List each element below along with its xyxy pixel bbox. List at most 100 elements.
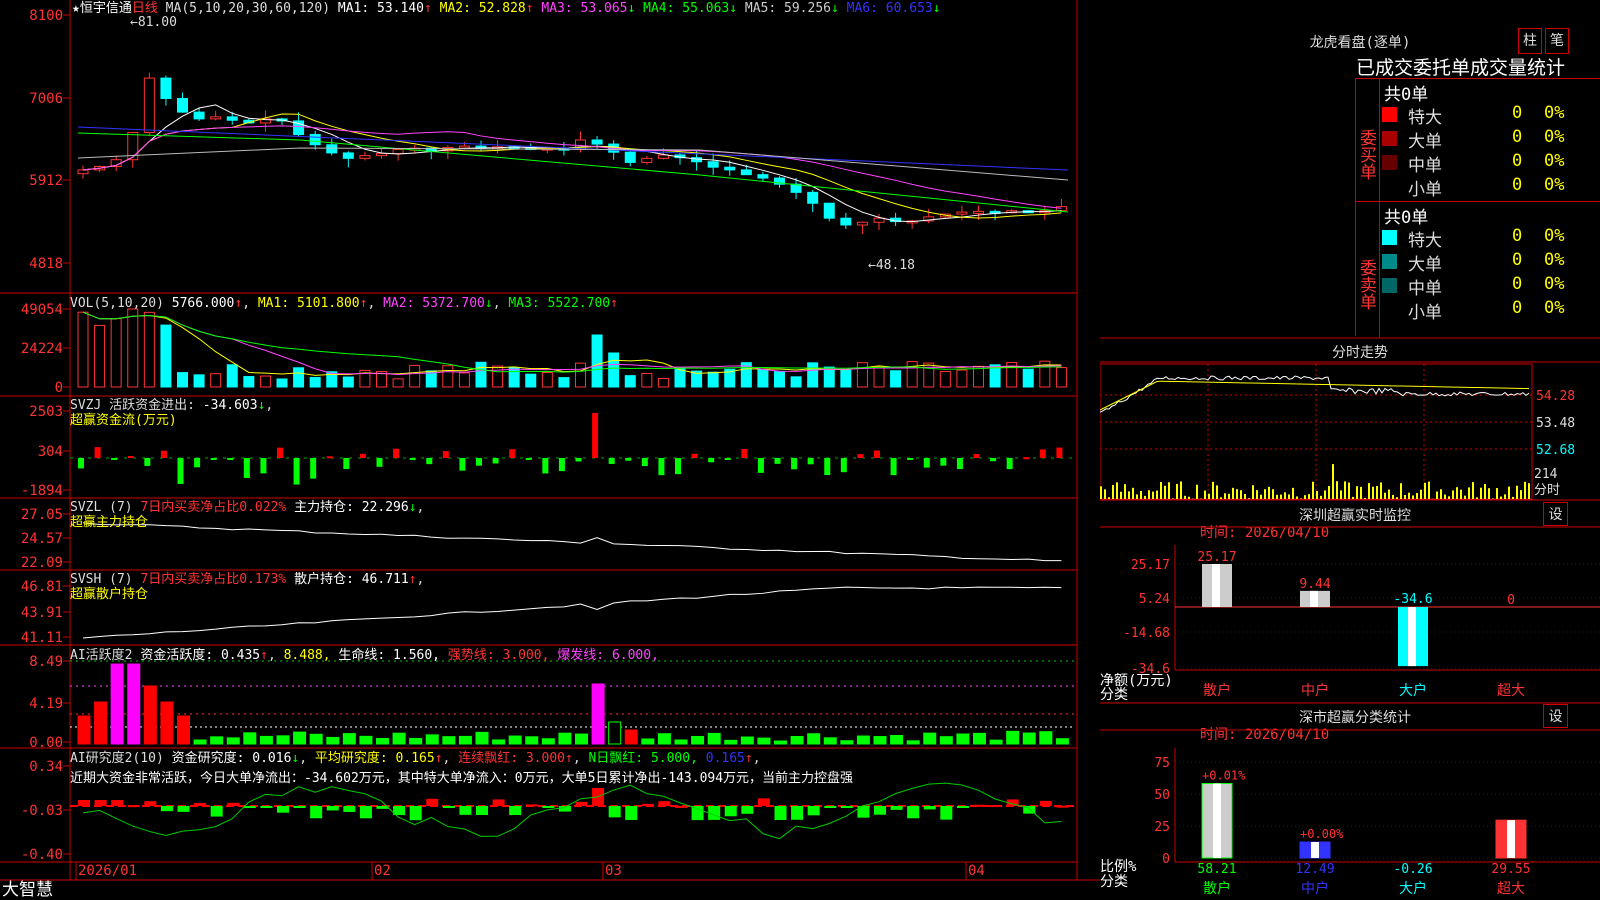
svzj-bar (227, 458, 234, 460)
intraday-vol-bar (1220, 497, 1222, 499)
ai-active-bar (807, 733, 821, 745)
candlestick-chart (77, 72, 1069, 234)
volume-bar (492, 365, 504, 388)
svzj-bar (940, 458, 947, 466)
intraday-tick-label: 53.48 (1536, 416, 1575, 431)
low-price-label: ←48.18 (868, 258, 915, 273)
intraday-vol-bar (1508, 486, 1510, 499)
date-axis-label: 03 (605, 863, 622, 879)
ai-active-bar (790, 735, 804, 745)
intraday-vol-bar (1244, 493, 1246, 499)
intraday-vol-bar (1116, 482, 1118, 499)
intraday-vol-bar (1460, 489, 1462, 499)
research-bar (658, 801, 671, 806)
class-value-label: 29.55 (1491, 862, 1530, 877)
svzl-subtitle: 超赢主力持仓 (70, 515, 149, 530)
svzj-bar (409, 458, 416, 460)
ai-active-bar (94, 701, 108, 745)
svzj-bar (625, 458, 632, 461)
ai-active-bar (359, 735, 373, 745)
candle (309, 134, 321, 146)
volume-bar (823, 366, 835, 388)
class-category-label: 散户 (1203, 880, 1231, 897)
ai-research-chart (70, 782, 1075, 840)
candle (724, 166, 736, 171)
class-tick-label: 50 (1154, 788, 1170, 803)
svzj-bar (724, 458, 731, 460)
research-bar (641, 803, 654, 806)
ai-active-bar (442, 736, 456, 745)
intraday-vol-bar (1412, 495, 1414, 499)
volume-bar (624, 375, 636, 388)
symbol-name[interactable]: ★恒宇信通 (72, 1, 132, 16)
research-bar (1056, 805, 1069, 808)
intraday-vol-bar (1204, 490, 1206, 499)
research-bar (874, 806, 886, 815)
period-label[interactable]: 日线 (132, 1, 158, 16)
intraday-vol-bar (1252, 485, 1254, 499)
research-bar (111, 800, 124, 806)
intraday-tick-label: 54.28 (1536, 389, 1575, 404)
ai-active-bar (906, 740, 920, 745)
research-bar (509, 806, 522, 816)
volume-bar (591, 334, 603, 388)
volume-bar (276, 378, 288, 388)
ai-active-bar (342, 733, 356, 745)
candle (873, 217, 885, 223)
monitor-category-label: 超大 (1497, 683, 1525, 699)
intraday-vol-bar (1256, 490, 1258, 499)
intraday-vol-bar (1148, 490, 1150, 499)
ai-active-bar (973, 732, 986, 745)
svzj-bar (990, 458, 997, 462)
retail-holding-line (82, 586, 1062, 639)
ai-active-header: AI活跃度2 资金活跃度: 0.435↑, 8.488, 生命线: 1.560,… (70, 648, 659, 663)
date-axis-label: 02 (374, 863, 391, 879)
monitor-category-label: 中户 (1301, 682, 1329, 699)
volume-bar (757, 368, 769, 388)
svsh-header: SVSH (7) 7日内买卖净占比0.173% 散户持仓: 46.711↑, (70, 572, 425, 587)
volume-bar (210, 373, 222, 388)
research-bar (890, 806, 903, 810)
intraday-vol-bar (1504, 494, 1506, 499)
svzj-bar (210, 458, 217, 460)
ai-active-bar (890, 735, 904, 745)
intraday-vol-bar (1384, 492, 1386, 499)
intraday-vol-bar (1408, 492, 1410, 499)
svzj-bar (956, 458, 963, 470)
date-axis-label: 04 (968, 863, 985, 879)
volume-bar (409, 364, 421, 388)
monitor-tick-label: -14.68 (1123, 626, 1170, 641)
svzj-bar (741, 448, 748, 458)
research-bar (691, 806, 704, 821)
ai-active-bar (657, 733, 671, 745)
intraday-vol-bar (1128, 491, 1130, 499)
right-charts[interactable]: 54.28 53.48 52.68 214分时 25.17 5.24 -14.68 -34.6… (1100, 0, 1600, 900)
intraday-vol-bar (1288, 494, 1290, 499)
class-bar-shine (1507, 820, 1515, 858)
class-tick-label: 0 (1162, 852, 1170, 867)
candle (458, 145, 470, 149)
intraday-vol-bar (1436, 491, 1438, 499)
candle (376, 153, 387, 157)
svsh-chart (82, 586, 1062, 639)
intraday-vol-bar (1368, 483, 1370, 499)
ai-research-tick-label: 0.34 (29, 759, 63, 775)
volume-bar (193, 374, 205, 388)
research-bar (741, 806, 754, 814)
volume-bar (906, 361, 918, 388)
intraday-vol-bar (1484, 484, 1486, 499)
ai-active-bar (243, 732, 257, 745)
intraday-vol-unit: 分时 (1534, 483, 1560, 498)
volume-bar (226, 364, 238, 388)
ma-item: MA6: 60.653 (846, 1, 933, 16)
intraday-vol-bar (1512, 496, 1514, 499)
intraday-vol-bar (1160, 482, 1162, 499)
svzj-bar (973, 454, 980, 458)
intraday-vol-bar (1208, 493, 1210, 499)
monitor-category-label: 散户 (1203, 682, 1231, 699)
intraday-vol-bar (1372, 486, 1374, 499)
intraday-vol-bar (1516, 485, 1518, 499)
intraday-vol-bar (1400, 483, 1402, 499)
intraday-vol-bar (1236, 489, 1238, 499)
ai-active-bar (309, 733, 323, 745)
